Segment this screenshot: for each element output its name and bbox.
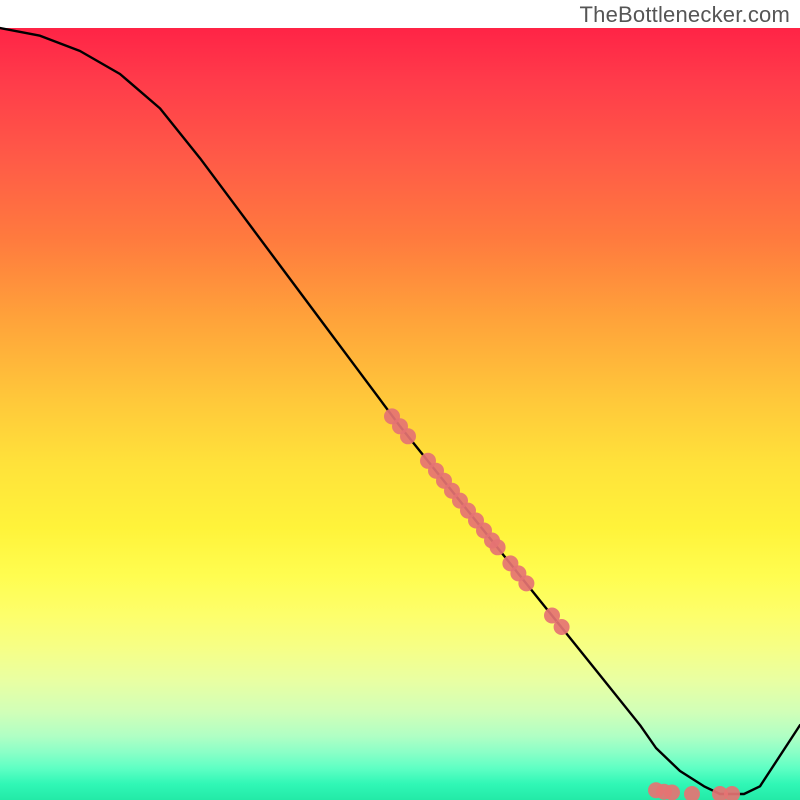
data-point: [518, 575, 534, 591]
bottleneck-curve: [0, 28, 800, 794]
data-point: [664, 785, 680, 800]
data-point: [684, 786, 700, 800]
chart-canvas: TheBottlenecker.com: [0, 0, 800, 800]
chart-overlay: [0, 0, 800, 800]
curve-markers: [384, 408, 740, 800]
data-point: [400, 428, 416, 444]
data-point: [724, 786, 740, 800]
data-point: [490, 539, 506, 555]
data-point: [554, 619, 570, 635]
